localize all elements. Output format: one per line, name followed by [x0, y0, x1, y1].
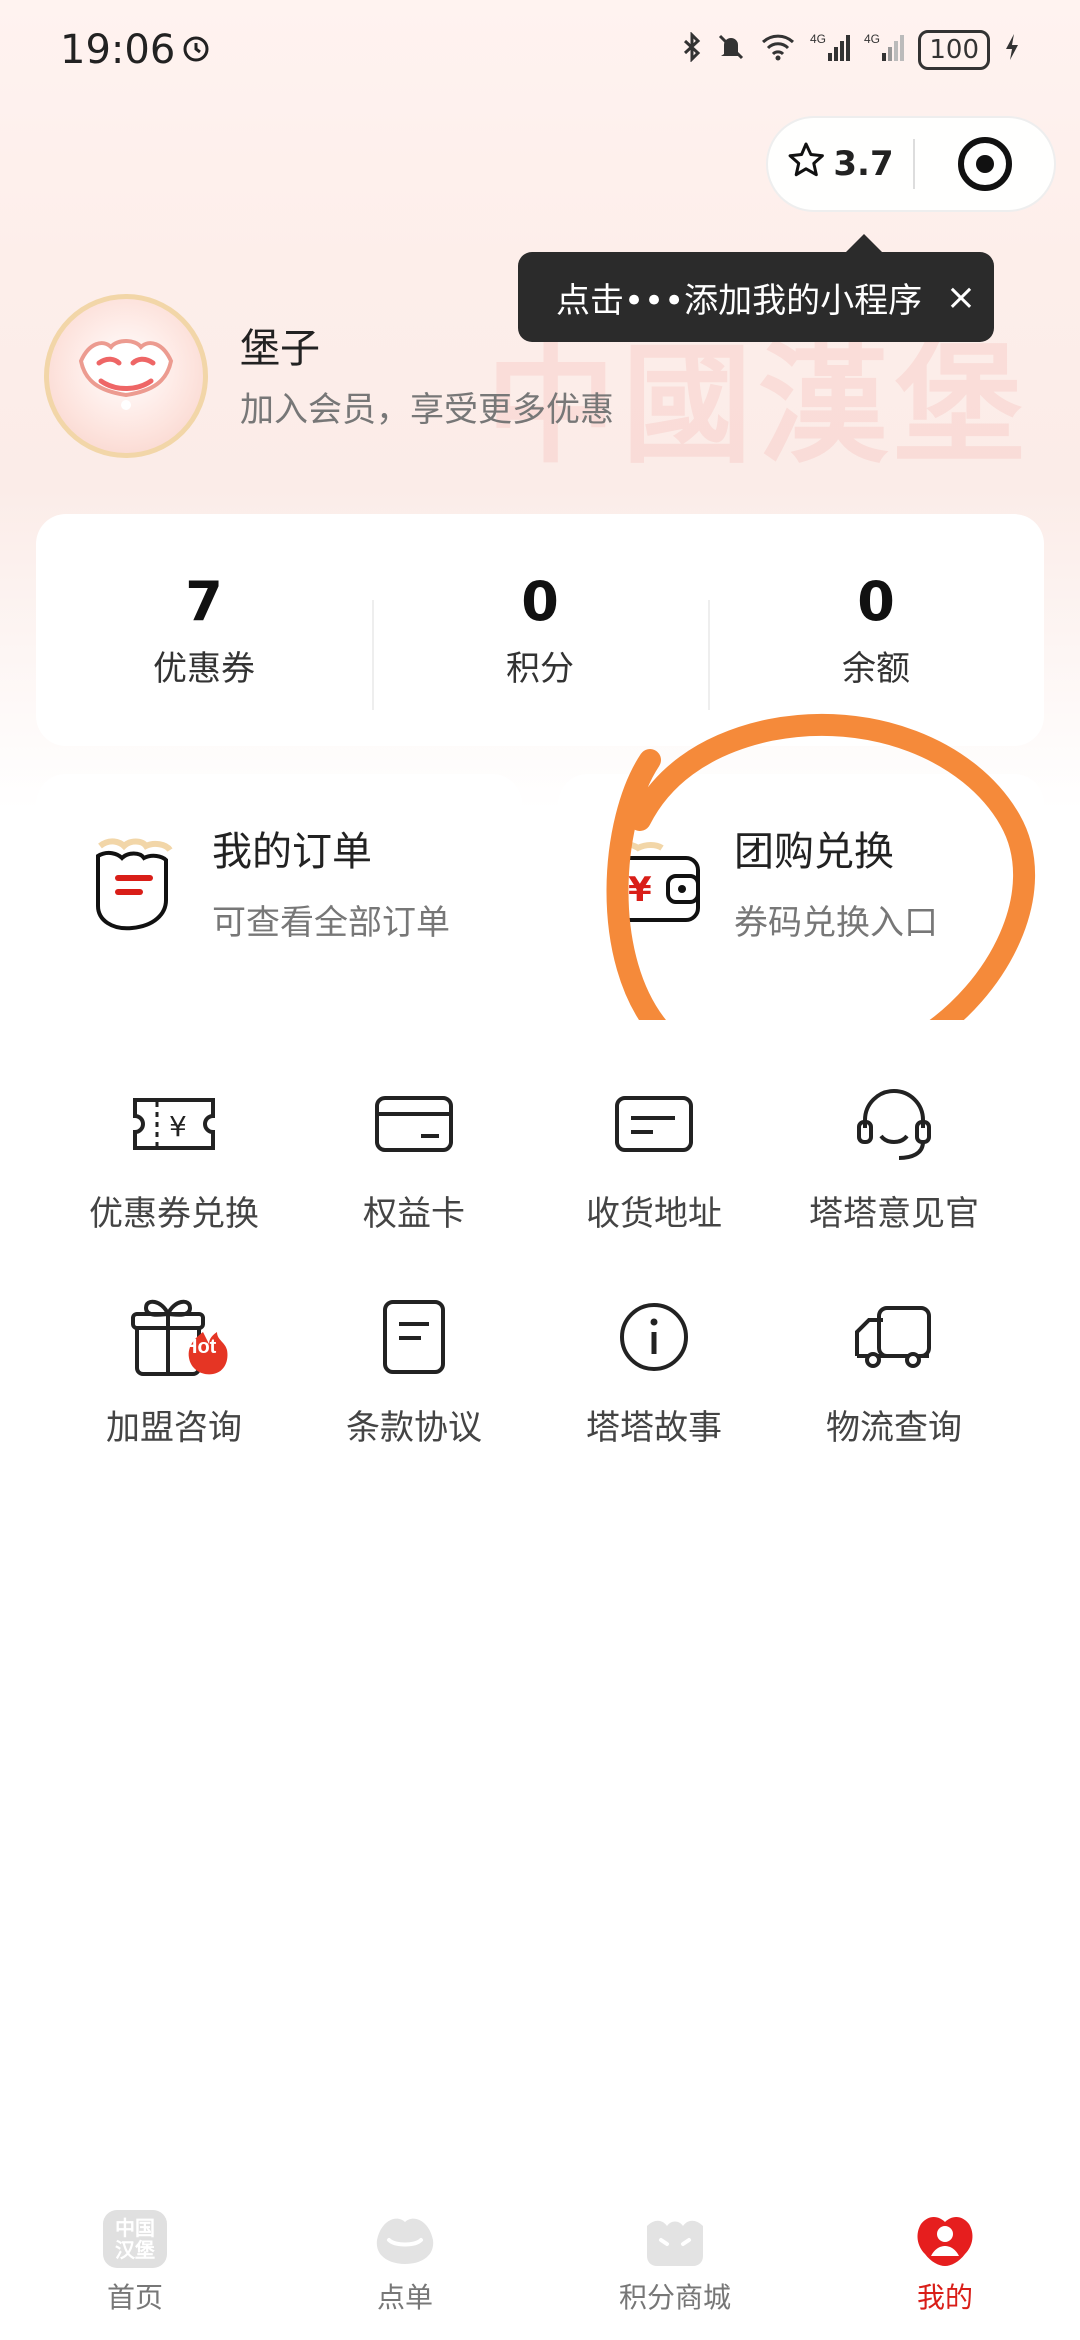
tool-label: 加盟咨询	[106, 1408, 242, 1448]
tool-story[interactable]: 塔塔故事	[534, 1292, 774, 1449]
bottom-nav: 中国 汉堡 首页 点单 积分商城 我的	[0, 2190, 1080, 2340]
target-icon	[957, 137, 1012, 191]
order-bag-icon	[80, 826, 190, 936]
tool-feedback[interactable]: 塔塔意见官	[774, 1078, 1014, 1235]
nav-home[interactable]: 中国 汉堡 首页	[0, 2190, 270, 2340]
nav-mine[interactable]: 我的	[810, 2190, 1080, 2340]
svg-text:4G: 4G	[810, 32, 826, 46]
status-time-group: 19:06	[60, 27, 211, 73]
document-icon	[369, 1292, 459, 1382]
stat-label: 优惠券	[153, 649, 255, 689]
tooltip-text: 点击•••添加我的小程序	[556, 280, 923, 321]
tool-label: 物流查询	[826, 1408, 962, 1448]
profile-mascot-icon	[917, 2217, 973, 2266]
close-miniprogram-button[interactable]	[915, 137, 1054, 191]
tools-card: ¥ 优惠券兑换 权益卡 收货地址 塔塔意见官 Hot 加盟咨询 条款协议 塔塔故…	[36, 1020, 1044, 1480]
rating-value: 3.7	[833, 144, 894, 184]
stat-value: 0	[857, 570, 895, 633]
my-orders-card[interactable]: 我的订单 可查看全部订单	[36, 774, 522, 988]
hot-badge: Hot	[183, 1336, 217, 1358]
address-icon	[609, 1078, 699, 1168]
tool-label: 条款协议	[346, 1408, 482, 1448]
card-title: 我的订单	[212, 828, 372, 875]
tool-label: 权益卡	[363, 1194, 465, 1234]
order-mascot-icon	[376, 2218, 434, 2264]
mall-mascot-icon	[647, 2220, 703, 2266]
stat-value: 0	[521, 570, 559, 633]
charging-icon	[1004, 32, 1020, 69]
card-subtitle: 可查看全部订单	[212, 902, 450, 943]
username[interactable]: 堡子	[240, 316, 320, 374]
nav-label: 点单	[376, 2281, 433, 2314]
tool-label: 优惠券兑换	[89, 1194, 259, 1234]
add-miniprogram-tooltip: 点击•••添加我的小程序 ×	[518, 234, 994, 342]
wifi-icon	[760, 32, 796, 69]
svg-text:¥: ¥	[169, 1110, 187, 1143]
signal-4g-icon: 4G	[864, 31, 905, 70]
tool-franchise[interactable]: Hot 加盟咨询	[54, 1292, 294, 1449]
card-subtitle: 券码兑换入口	[734, 902, 938, 943]
truck-icon	[849, 1292, 939, 1382]
stat-label: 余额	[842, 649, 910, 689]
miniprogram-capsule: 3.7	[766, 116, 1056, 212]
status-icons: 4G 4G 100	[682, 30, 1020, 70]
tool-terms[interactable]: 条款协议	[294, 1292, 534, 1449]
tool-label: 塔塔意见官	[809, 1194, 979, 1234]
bluetooth-icon	[682, 30, 702, 69]
home-logo-text: 中国 汉堡	[115, 2216, 155, 2262]
tool-address[interactable]: 收货地址	[534, 1078, 774, 1235]
nav-label: 我的	[916, 2281, 973, 2314]
card-title: 团购兑换	[734, 828, 894, 875]
headset-icon	[849, 1078, 939, 1168]
stat-balance[interactable]: 0 余额	[708, 570, 1044, 710]
stat-coupons[interactable]: 7 优惠券	[36, 570, 372, 690]
nav-label: 首页	[106, 2281, 163, 2314]
my-orders-text: 我的订单 可查看全部订单	[212, 819, 450, 944]
stat-label: 积分	[506, 649, 574, 689]
battery-indicator: 100	[918, 30, 990, 70]
svg-text:4G: 4G	[864, 32, 880, 46]
mascot-face-icon	[78, 339, 174, 410]
stat-value: 7	[185, 570, 223, 633]
star-icon	[787, 141, 825, 188]
avatar[interactable]	[44, 294, 208, 458]
svg-text:¥: ¥	[628, 870, 652, 910]
mute-icon	[716, 32, 746, 69]
info-icon	[609, 1292, 699, 1382]
status-bar: 19:06 4G 4G 100	[0, 0, 1080, 100]
tool-coupon-redeem[interactable]: ¥ 优惠券兑换	[54, 1078, 294, 1235]
rating-button[interactable]: 3.7	[768, 141, 913, 188]
home-logo-icon: 中国 汉堡	[103, 2210, 167, 2268]
stats-card: 7 优惠券 0 积分 0 余额	[36, 514, 1044, 746]
alarm-icon	[181, 27, 211, 73]
tool-benefit-card[interactable]: 权益卡	[294, 1078, 534, 1235]
nav-order[interactable]: 点单	[270, 2190, 540, 2340]
stat-points[interactable]: 0 积分	[372, 570, 708, 710]
group-buy-text: 团购兑换 券码兑换入口	[734, 819, 938, 944]
coupon-icon: ¥	[129, 1078, 219, 1168]
nav-label: 积分商城	[618, 2281, 731, 2314]
card-icon	[369, 1078, 459, 1168]
signal-4g-icon: 4G	[810, 31, 851, 70]
status-time: 19:06	[60, 27, 176, 73]
nav-points-mall[interactable]: 积分商城	[540, 2190, 810, 2340]
tool-label: 塔塔故事	[586, 1408, 722, 1448]
close-icon[interactable]: ×	[946, 277, 976, 318]
tool-logistics[interactable]: 物流查询	[774, 1292, 1014, 1449]
group-buy-redeem-card[interactable]: ¥ 团购兑换 券码兑换入口	[558, 774, 1044, 988]
gift-hot-icon: Hot	[129, 1292, 228, 1382]
wallet-yen-icon: ¥	[602, 826, 712, 936]
tool-label: 收货地址	[586, 1194, 722, 1234]
join-member-link[interactable]: 加入会员，享受更多优惠	[240, 382, 614, 431]
